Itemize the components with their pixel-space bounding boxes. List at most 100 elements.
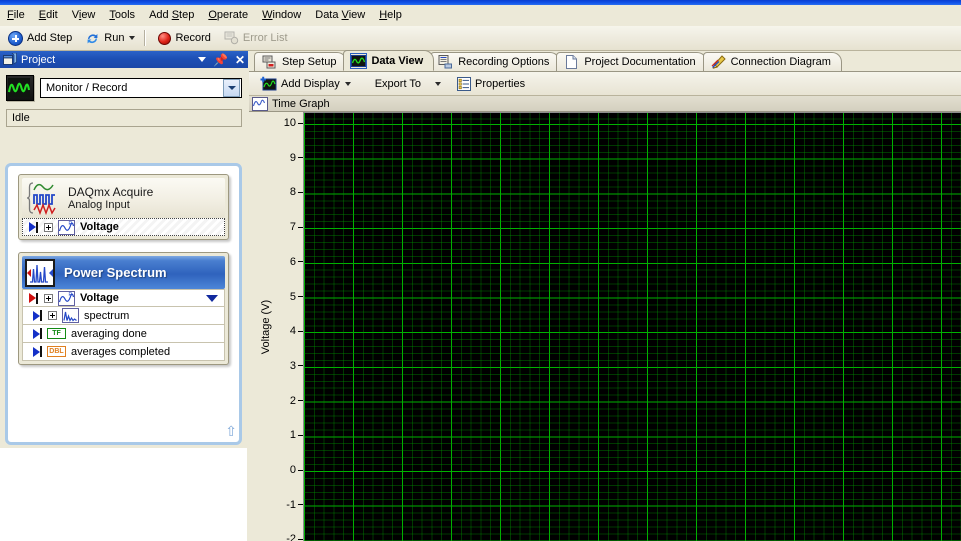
step-power-spectrum-header[interactable]: Power Spectrum (22, 256, 225, 289)
double-type-badge: DBL (47, 346, 66, 357)
properties-list-icon (456, 76, 471, 91)
steps-canvas[interactable]: DAQmx Acquire Analog Input R Voltage Pow… (5, 163, 242, 445)
menu-item-data-view[interactable]: Data View (308, 7, 372, 25)
menu-item-edit[interactable]: Edit (32, 7, 65, 25)
y-tick: -2 (286, 533, 303, 541)
y-tick: 9 (290, 152, 303, 164)
step-daqmx-acquire[interactable]: DAQmx Acquire Analog Input R Voltage (18, 174, 229, 240)
tab-project-documentation[interactable]: Project Documentation (556, 52, 707, 71)
waveform-terminal-icon: R (58, 219, 75, 235)
add-circle-icon (8, 30, 23, 46)
data-view-icon (350, 52, 368, 69)
terminal-row-spectrum[interactable]: spectrum (22, 307, 225, 325)
tab-recording-options[interactable]: Recording Options (430, 52, 561, 71)
connection-diagram-icon (711, 55, 726, 69)
y-tick: 8 (290, 186, 303, 198)
tab-data-view[interactable]: Data View (343, 50, 435, 71)
error-list-label: Error List (242, 32, 288, 44)
signalexpress-window: File Edit View Tools Add Step Operate Wi… (0, 0, 961, 541)
pin-icon[interactable]: 📌 (213, 54, 228, 66)
expand-icon[interactable] (44, 222, 53, 232)
terminal-row-averages-completed[interactable]: DBL averages completed (22, 343, 225, 361)
close-icon[interactable]: ✕ (235, 54, 245, 66)
y-tick-label: 7 (289, 221, 296, 234)
input-terminal-icon (29, 293, 36, 303)
y-tick: 6 (290, 256, 303, 268)
terminal-label: Voltage (80, 292, 119, 304)
recording-options-icon (438, 55, 453, 69)
y-tick-label: 8 (289, 186, 296, 199)
tab-label: Project Documentation (584, 56, 696, 68)
step-power-spectrum-title: Power Spectrum (64, 265, 167, 280)
add-display-icon (260, 76, 277, 92)
terminal-row-averaging-done[interactable]: TF averaging done (22, 325, 225, 343)
project-status-text: Idle (12, 112, 30, 124)
output-terminal-icon (33, 346, 40, 357)
chevron-down-icon[interactable] (197, 57, 206, 62)
y-tick-label: 9 (289, 151, 296, 164)
y-tick-label: 6 (289, 255, 296, 268)
add-display-dropdown-arrow[interactable] (344, 81, 351, 86)
graph-header: Time Graph (249, 96, 961, 112)
terminal-bar-icon (40, 346, 42, 357)
document-icon (564, 55, 579, 69)
run-dropdown-arrow[interactable] (129, 36, 136, 40)
error-list-button[interactable]: Error List (219, 28, 293, 48)
properties-button[interactable]: Properties (452, 74, 530, 94)
menu-bar: File Edit View Tools Add Step Operate Wi… (0, 5, 961, 27)
run-label: Run (104, 32, 125, 44)
plot-canvas[interactable] (303, 112, 961, 541)
menu-item-add-step[interactable]: Add Step (142, 7, 201, 25)
boolean-type-badge: TF (47, 328, 66, 339)
export-to-dropdown-arrow[interactable] (434, 81, 441, 86)
project-pane-body: Monitor / Record Idle DAQmx Acquire Anal… (0, 68, 248, 541)
expand-icon[interactable] (48, 311, 57, 320)
tab-step-setup[interactable]: Step Setup (254, 52, 348, 71)
y-tick: 5 (290, 291, 303, 303)
run-refresh-icon (85, 31, 100, 46)
main-toolbar: Add Step Run Record Error List (0, 26, 961, 51)
tab-label: Data View (371, 54, 424, 67)
export-to-button[interactable]: Export To (370, 74, 446, 94)
menu-item-tools[interactable]: Tools (102, 7, 142, 25)
menu-item-help[interactable]: Help (372, 7, 409, 25)
terminal-row-voltage-ps[interactable]: R Voltage (22, 289, 225, 307)
chevron-down-icon[interactable] (206, 294, 218, 302)
step-power-spectrum[interactable]: Power Spectrum R Voltage spectrum TF ave… (18, 252, 229, 365)
y-tick-label: 4 (289, 325, 296, 338)
project-mode-dropdown-button[interactable] (223, 79, 240, 97)
y-tick-label: 0 (289, 464, 296, 476)
run-button[interactable]: Run (80, 28, 140, 48)
y-tick: 3 (290, 360, 303, 372)
terminal-bar-icon (40, 310, 42, 321)
add-display-label: Add Display (281, 77, 340, 90)
tab-connection-diagram[interactable]: Connection Diagram (702, 52, 842, 71)
step-daqmx-header[interactable]: DAQmx Acquire Analog Input (22, 178, 225, 218)
spectrum-terminal-icon (62, 308, 79, 323)
graph-area[interactable]: Voltage (V) 10 9 8 7 6 5 4 3 2 1 0 -1 -2 (249, 112, 961, 541)
properties-label: Properties (474, 77, 526, 90)
y-tick-label: 10 (283, 117, 296, 129)
data-view-toolbar: Add Display Export To Properties (249, 72, 961, 96)
daqmx-acquire-icon (24, 180, 64, 216)
project-mode-value: Monitor / Record (46, 82, 128, 94)
export-to-label: Export To (374, 77, 421, 90)
project-window-icon (3, 52, 17, 66)
add-step-button[interactable]: Add Step (3, 28, 77, 48)
y-tick-label: 2 (289, 394, 296, 407)
terminal-row-voltage-daqmx[interactable]: R Voltage (22, 218, 225, 236)
menu-item-file[interactable]: File (0, 7, 32, 25)
scroll-up-icon[interactable]: ⇧ (225, 423, 237, 440)
project-mode-combo[interactable]: Monitor / Record (40, 78, 242, 98)
record-button[interactable]: Record (153, 28, 215, 48)
project-pane-titlebar: Project 📌 ✕ (0, 51, 248, 68)
expand-icon[interactable] (44, 293, 53, 303)
menu-item-view[interactable]: View (65, 7, 103, 25)
add-display-button[interactable]: Add Display (255, 74, 356, 94)
menu-item-operate[interactable]: Operate (201, 7, 255, 25)
menu-item-window[interactable]: Window (255, 7, 308, 25)
terminal-bar-icon (36, 221, 38, 233)
y-tick: 0 (290, 464, 303, 476)
step-daqmx-title: DAQmx Acquire (68, 184, 154, 199)
record-label: Record (175, 32, 211, 44)
